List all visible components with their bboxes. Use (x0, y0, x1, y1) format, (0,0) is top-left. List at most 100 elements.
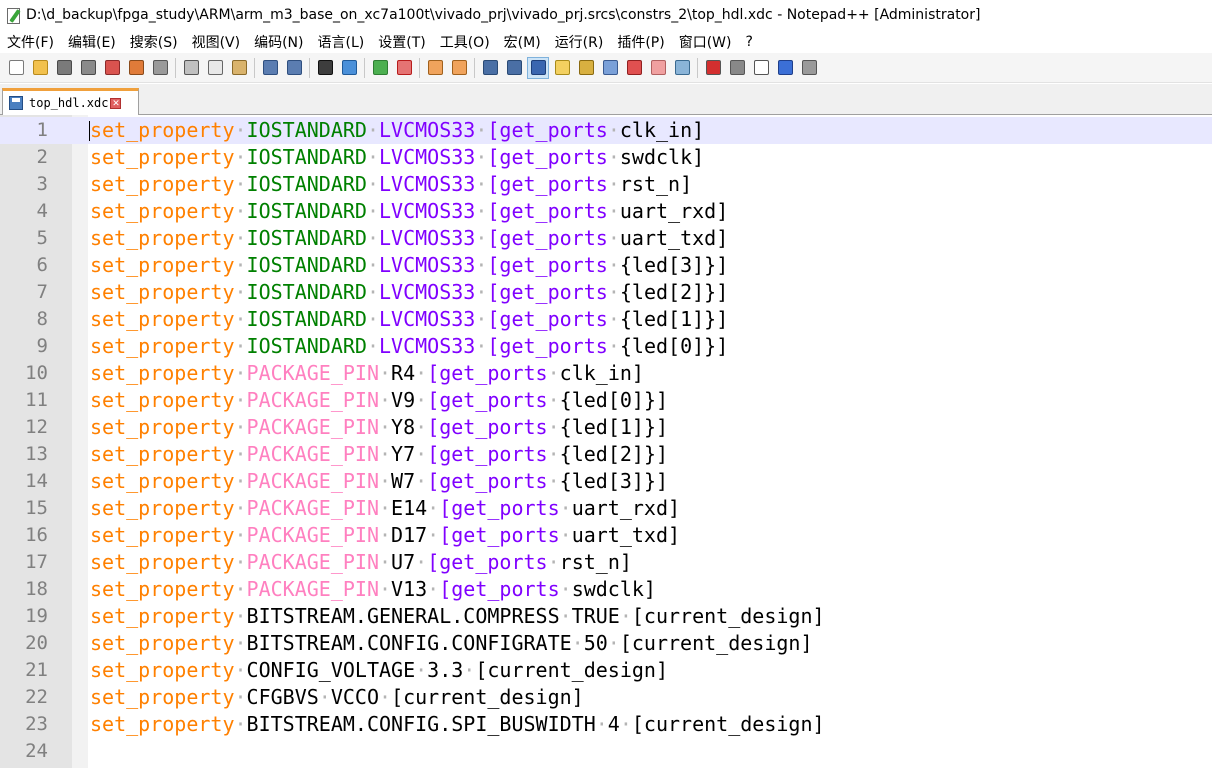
doc-list-button[interactable] (647, 57, 669, 79)
menu-item-1[interactable]: 编辑(E) (61, 32, 123, 52)
whitespace-marker: · (547, 361, 560, 385)
new-file-button[interactable] (5, 57, 27, 79)
paste-button[interactable] (228, 57, 250, 79)
menu-item-2[interactable]: 搜索(S) (123, 32, 185, 52)
replace-button[interactable] (338, 57, 360, 79)
play-macro-button[interactable] (750, 57, 772, 79)
token-kw: set_property (90, 388, 235, 412)
menu-item-4[interactable]: 编码(N) (247, 32, 310, 52)
print-button[interactable] (149, 57, 171, 79)
show-all-chars-button[interactable] (503, 57, 525, 79)
code-line[interactable]: 22 set_property·CFGBVS·VCCO·[current_desi… (0, 684, 1212, 711)
whitespace-marker: · (234, 577, 247, 601)
save-button[interactable] (53, 57, 75, 79)
code-editor[interactable]: 1 set_property·IOSTANDARD·LVCMOS33·[get_p… (0, 115, 1212, 768)
token-val-io: LVCMOS33 (379, 280, 476, 304)
code-line[interactable]: 12 set_property·PACKAGE_PIN·Y8·[get_ports… (0, 414, 1212, 441)
whitespace-marker: · (607, 631, 620, 655)
token-plain: [current_design] (631, 604, 825, 628)
whitespace-marker: · (379, 550, 392, 574)
redo-button[interactable] (283, 57, 305, 79)
stop-record-button[interactable] (726, 57, 748, 79)
zoom-out-button[interactable] (393, 57, 415, 79)
tab-bar: top_hdl.xdc ✕ (0, 84, 1212, 115)
token-cmd: [get_ports (427, 469, 548, 493)
monitor-button[interactable] (671, 57, 693, 79)
code-line[interactable]: 8 set_property·IOSTANDARD·LVCMOS33·[get_p… (0, 306, 1212, 333)
code-line[interactable]: 2 set_property·IOSTANDARD·LVCMOS33·[get_p… (0, 144, 1212, 171)
menu-item-12[interactable]: ? (739, 34, 760, 50)
token-kw: set_property (90, 145, 235, 169)
code-line[interactable]: 3 set_property·IOSTANDARD·LVCMOS33·[get_p… (0, 171, 1212, 198)
token-prop-pkg: PACKAGE_PIN (246, 550, 379, 574)
sync-vertical-button[interactable] (424, 57, 446, 79)
code-line[interactable]: 21 set_property·CONFIG_VOLTAGE·3.3·[curre… (0, 657, 1212, 684)
whitespace-marker: · (427, 496, 440, 520)
line-number: 1 (36, 119, 48, 141)
line-number: 8 (36, 308, 48, 330)
code-line[interactable]: 13 set_property·PACKAGE_PIN·Y7·[get_ports… (0, 441, 1212, 468)
code-line[interactable]: 4 set_property·IOSTANDARD·LVCMOS33·[get_p… (0, 198, 1212, 225)
code-line[interactable]: 11 set_property·PACKAGE_PIN·V9·[get_ports… (0, 387, 1212, 414)
whitespace-marker: · (234, 685, 247, 709)
run-macro-multiple-icon (777, 60, 793, 75)
indent-guide-button[interactable] (527, 56, 549, 79)
code-line[interactable]: 18 set_property·PACKAGE_PIN·V13·[get_port… (0, 576, 1212, 603)
line-number: 9 (36, 335, 48, 357)
user-lang-button[interactable] (551, 57, 573, 79)
copy-button[interactable] (204, 57, 226, 79)
token-val-io: LVCMOS33 (379, 253, 476, 277)
token-cmd: [get_ports (487, 226, 608, 250)
code-line[interactable]: 19 set_property·BITSTREAM.GENERAL.COMPRES… (0, 603, 1212, 630)
code-line[interactable]: 6 set_property·IOSTANDARD·LVCMOS33·[get_p… (0, 252, 1212, 279)
code-line[interactable]: 7 set_property·IOSTANDARD·LVCMOS33·[get_p… (0, 279, 1212, 306)
code-line[interactable]: 14 set_property·PACKAGE_PIN·W7·[get_ports… (0, 468, 1212, 495)
record-macro-button[interactable] (702, 57, 724, 79)
open-folder-button[interactable] (29, 57, 51, 79)
code-text: set_property·CONFIG_VOLTAGE·3.3·[current… (90, 657, 668, 684)
menu-item-5[interactable]: 语言(L) (311, 32, 372, 52)
whitespace-marker: · (234, 631, 247, 655)
code-line[interactable]: 23 set_property·BITSTREAM.CONFIG.SPI_BUSW… (0, 711, 1212, 738)
close-all-button[interactable] (125, 57, 147, 79)
word-wrap-button[interactable] (479, 57, 501, 79)
cut-button[interactable] (180, 57, 202, 79)
menu-item-10[interactable]: 插件(P) (610, 32, 671, 52)
tab-top-hdl-xdc[interactable]: top_hdl.xdc ✕ (2, 88, 139, 115)
find-button[interactable] (314, 57, 336, 79)
function-list-button[interactable] (599, 57, 621, 79)
code-line[interactable]: 16 set_property·PACKAGE_PIN·D17·[get_port… (0, 522, 1212, 549)
close-button[interactable] (101, 57, 123, 79)
save-macro-button[interactable] (798, 57, 820, 79)
token-plain: [current_design] (631, 712, 825, 736)
menu-item-6[interactable]: 设置(T) (371, 32, 432, 52)
whitespace-marker: · (366, 307, 380, 331)
menu-item-8[interactable]: 宏(M) (497, 32, 548, 52)
code-line[interactable]: 10 set_property·PACKAGE_PIN·R4·[get_ports… (0, 360, 1212, 387)
doc-map-button[interactable] (575, 57, 597, 79)
token-cmd: [get_ports (487, 118, 608, 142)
token-cmd: [get_ports (487, 145, 608, 169)
menu-item-7[interactable]: 工具(O) (433, 32, 497, 52)
sync-horizontal-button[interactable] (448, 57, 470, 79)
whitespace-marker: · (475, 280, 488, 304)
folder-as-workspace-button[interactable] (623, 57, 645, 79)
save-all-button[interactable] (77, 57, 99, 79)
code-line[interactable]: 17 set_property·PACKAGE_PIN·U7·[get_ports… (0, 549, 1212, 576)
code-line[interactable]: 5 set_property·IOSTANDARD·LVCMOS33·[get_p… (0, 225, 1212, 252)
close-icon[interactable]: ✕ (110, 97, 122, 109)
code-line[interactable]: 15 set_property·PACKAGE_PIN·E14·[get_port… (0, 495, 1212, 522)
code-line[interactable]: 20 set_property·BITSTREAM.CONFIG.CONFIGRA… (0, 630, 1212, 657)
code-line[interactable]: 1 set_property·IOSTANDARD·LVCMOS33·[get_p… (0, 117, 1212, 144)
token-plain: rst_n] (559, 550, 632, 574)
run-macro-multiple-button[interactable] (774, 57, 796, 79)
menu-item-9[interactable]: 运行(R) (548, 32, 611, 52)
menu-item-11[interactable]: 窗口(W) (672, 32, 739, 52)
code-line[interactable]: 24 (0, 738, 1212, 765)
line-number: 7 (36, 281, 48, 303)
undo-button[interactable] (259, 57, 281, 79)
menu-item-3[interactable]: 视图(V) (185, 32, 248, 52)
zoom-in-button[interactable] (369, 57, 391, 79)
code-line[interactable]: 9 set_property·IOSTANDARD·LVCMOS33·[get_p… (0, 333, 1212, 360)
menu-item-0[interactable]: 文件(F) (0, 32, 61, 52)
